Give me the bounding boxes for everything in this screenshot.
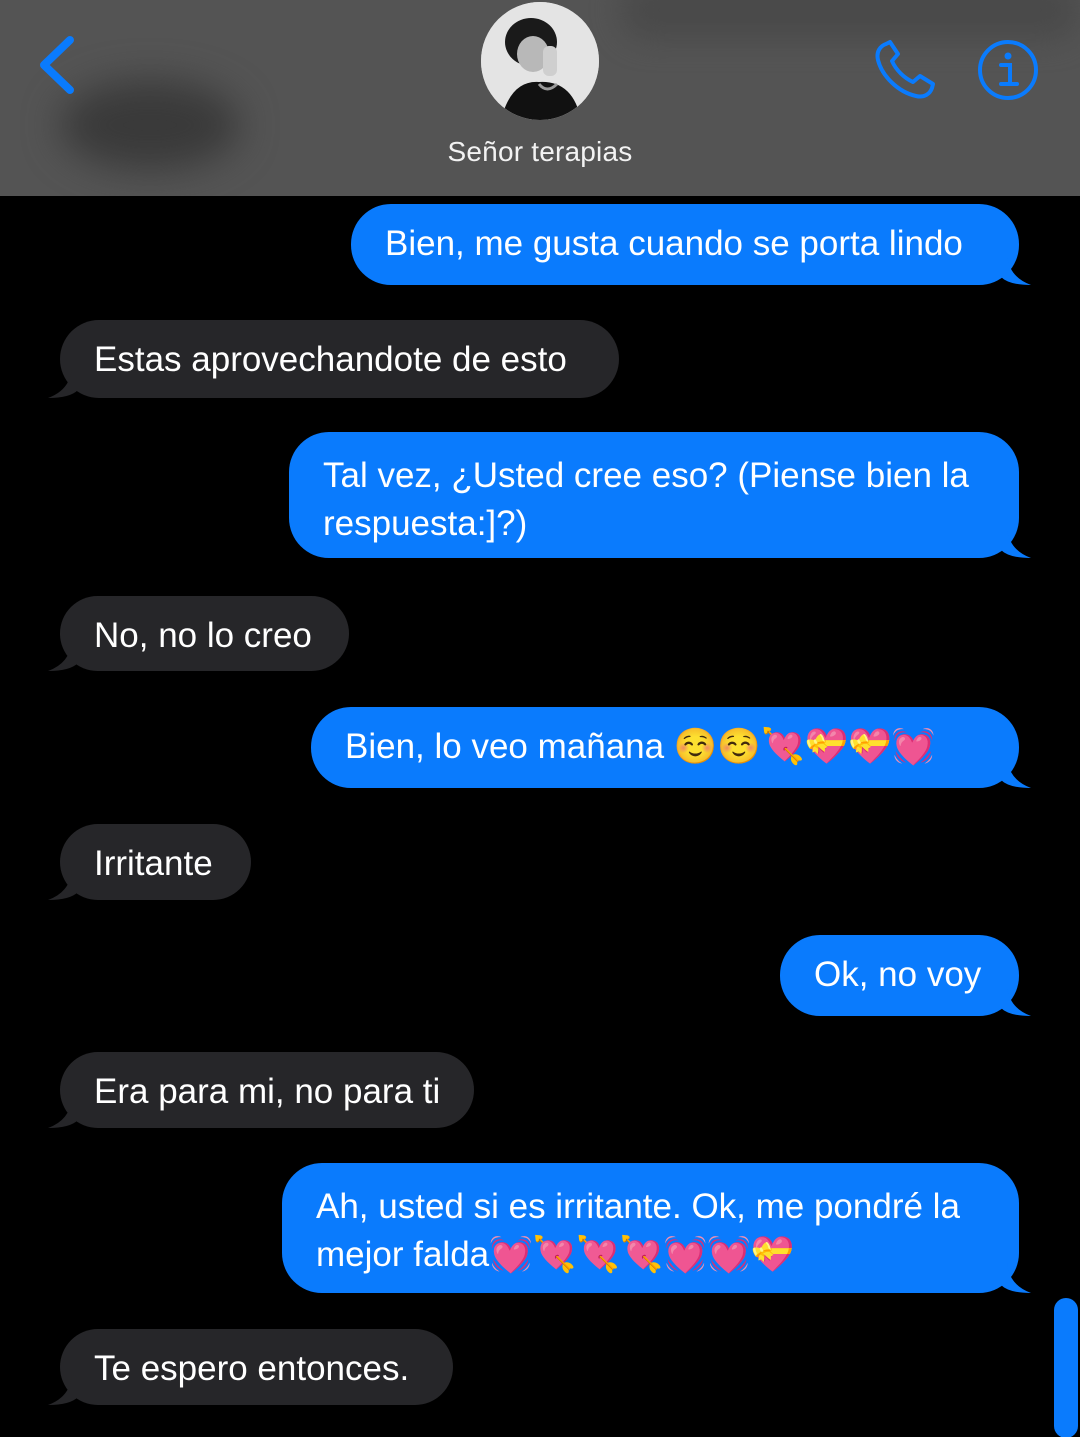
bubble-tail [1001,528,1031,558]
bubble-tail [1001,758,1031,788]
message-bubble-sent[interactable]: Ah, usted si es irritante. Ok, me pondré… [282,1163,1031,1293]
phone-icon [875,40,935,99]
avatar[interactable] [481,2,599,120]
back-button[interactable] [30,30,90,100]
blurred-region [620,0,1080,40]
call-button[interactable] [870,38,940,102]
message-bubble-received[interactable]: Irritante [48,824,251,900]
contact-name[interactable]: Señor terapias [0,136,1080,168]
message-bubble-sent[interactable]: Tal vez, ¿Usted cree eso? (Piense bien l… [289,432,1031,558]
message-bubble-sent[interactable]: Ok, no voy [780,935,1031,1016]
message-bubble-received[interactable]: Era para mi, no para ti [48,1052,474,1128]
message-bubble-sent[interactable]: Bien, lo veo mañana ☺️☺️💘💝💝💓 [311,707,1031,788]
message-text: Bien, me gusta cuando se porta lindo [385,224,963,263]
message-text: Estas aprovechandote de esto [94,340,567,379]
chat-screen: Señor terapias Bien, me gusta cuando se … [0,0,1080,1437]
message-bubble-received[interactable]: No, no lo creo [48,596,349,671]
bubble-tail [48,1375,78,1405]
bubble-tail [1001,255,1031,285]
info-icon [978,40,1038,100]
message-bubble-sent[interactable]: Bien, me gusta cuando se porta lindo [351,204,1031,285]
bubble-tail [1001,1263,1031,1293]
bubble-tail [1001,986,1031,1016]
message-text: Te espero entonces. [94,1349,410,1388]
bubble-tail [48,641,78,671]
contact-photo [481,2,599,120]
message-text: No, no lo creo [94,616,312,655]
message-text: Ah, usted si es irritante. Ok, me pondré… [316,1187,960,1274]
bubble-tail [48,1098,78,1128]
bubble-tail [48,368,78,398]
message-bubble-received[interactable]: Te espero entonces. [48,1329,453,1405]
chevron-left-icon [40,36,74,94]
message-text: Era para mi, no para ti [94,1072,441,1111]
conversation-header: Señor terapias [0,0,1080,196]
message-bubble-received[interactable]: Estas aprovechandote de esto [48,320,619,398]
message-text: Ok, no voy [814,955,982,994]
info-button[interactable] [976,38,1040,102]
message-text: Tal vez, ¿Usted cree eso? (Piense bien l… [323,456,969,543]
scroll-indicator[interactable] [1054,1298,1078,1437]
message-text: Irritante [94,844,213,883]
message-text: Bien, lo veo mañana ☺️☺️💘💝💝💓 [345,727,936,766]
bubble-tail [48,870,78,900]
